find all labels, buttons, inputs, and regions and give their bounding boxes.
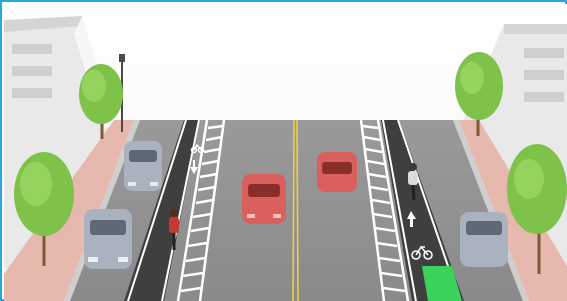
image-frame: [0, 0, 567, 301]
parked-car-left-far: [124, 141, 162, 191]
parked-car-left-near: [84, 209, 132, 269]
street-illustration: [4, 4, 567, 301]
red-car-left-lane: [242, 174, 286, 224]
parked-car-right: [460, 212, 508, 267]
red-car-right-lane: [317, 152, 357, 192]
